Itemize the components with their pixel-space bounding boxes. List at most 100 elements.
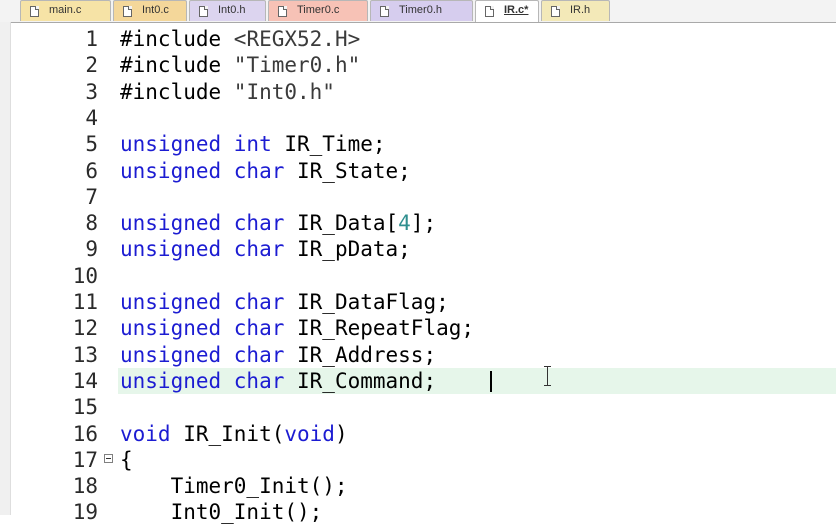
tab-label: Int0.c <box>142 4 169 16</box>
tab-main-c[interactable]: main.c <box>20 0 111 21</box>
tab-ir-c[interactable]: IR.c* <box>475 0 539 22</box>
tab-int0-c[interactable]: Int0.c <box>113 0 187 21</box>
line-number: 10 <box>72 264 98 288</box>
line-number: 12 <box>72 316 98 340</box>
code-line[interactable]: 3 #include "Int0.h" <box>0 79 836 105</box>
code-text: unsigned char IR_pData; <box>120 236 411 262</box>
fold-collapse-icon[interactable] <box>104 454 113 463</box>
code-text: Timer0_Init(); <box>120 473 348 499</box>
code-token: IR_State; <box>284 159 411 183</box>
file-icon <box>551 6 560 17</box>
code-text: unsigned char IR_Data[4]; <box>120 210 436 236</box>
code-line[interactable]: 8 unsigned char IR_Data[4]; <box>0 210 836 236</box>
keyword-token: unsigned char <box>120 159 285 183</box>
tab-label: IR.h <box>570 4 591 16</box>
line-number: 1 <box>85 27 98 51</box>
code-text: unsigned char IR_Address; <box>120 342 436 368</box>
file-icon <box>380 6 389 17</box>
code-text: unsigned int IR_Time; <box>120 131 386 157</box>
code-token: ) <box>334 422 348 446</box>
code-token: Int0_Init(); <box>120 500 323 524</box>
line-number: 18 <box>72 474 98 498</box>
line-number: 16 <box>72 422 98 446</box>
file-icon <box>123 6 132 17</box>
line-number: 11 <box>72 290 98 314</box>
code-line[interactable]: 19 Int0_Init(); <box>0 499 836 525</box>
code-token: ]; <box>410 211 437 235</box>
file-icon <box>30 6 39 17</box>
code-line[interactable]: 17 { <box>0 447 836 473</box>
code-line[interactable]: 18 Timer0_Init(); <box>0 473 836 499</box>
keyword-token: unsigned char <box>120 290 285 314</box>
code-token: IR_Command; <box>284 369 437 393</box>
code-token: #include <box>120 53 234 77</box>
line-number: 9 <box>85 237 98 261</box>
tab-label: IR.c* <box>504 4 529 16</box>
code-line[interactable]: 14 unsigned char IR_Command; <box>0 368 836 394</box>
code-line[interactable]: 11 unsigned char IR_DataFlag; <box>0 289 836 315</box>
line-number: 13 <box>72 343 98 367</box>
code-line[interactable]: 13 unsigned char IR_Address; <box>0 342 836 368</box>
code-line[interactable]: 4 <box>0 105 836 131</box>
tab-ir-h[interactable]: IR.h <box>541 0 610 21</box>
code-text: Int0_Init(); <box>120 499 323 525</box>
tab-label: Timer0.c <box>297 4 340 16</box>
line-number: 14 <box>72 369 98 393</box>
code-line[interactable]: 12 unsigned char IR_RepeatFlag; <box>0 315 836 341</box>
line-number: 17 <box>72 448 98 472</box>
code-text: void IR_Init(void) <box>120 421 348 447</box>
line-number: 15 <box>72 395 98 419</box>
keyword-token: unsigned char <box>120 211 285 235</box>
tab-label: Int0.h <box>218 4 246 16</box>
tab-timer0-c[interactable]: Timer0.c <box>268 0 368 21</box>
code-line[interactable]: 1 #include <REGX52.H> <box>0 26 836 52</box>
string-token: <REGX52.H> <box>233 27 361 51</box>
file-tab-bar: main.c Int0.c Int0.h Timer0.c Timer0.h IR.c* I… <box>0 0 836 23</box>
code-line[interactable]: 2 #include "Timer0.h" <box>0 52 836 78</box>
string-token: "Int0.h" <box>233 80 335 104</box>
string-token: "Timer0.h" <box>233 53 361 77</box>
keyword-token: void <box>284 422 335 446</box>
code-line[interactable]: 10 <box>0 263 836 289</box>
line-number: 5 <box>85 132 98 156</box>
code-token: IR_Address; <box>284 343 437 367</box>
tab-timer0-h[interactable]: Timer0.h <box>370 0 473 21</box>
code-text: unsigned char IR_DataFlag; <box>120 289 449 315</box>
code-token: IR_Data[ <box>284 211 399 235</box>
code-line[interactable]: 7 <box>0 184 836 210</box>
keyword-token: unsigned char <box>120 343 285 367</box>
line-number: 7 <box>85 185 98 209</box>
code-text: unsigned char IR_Command; <box>120 368 436 394</box>
code-line[interactable]: 5 unsigned int IR_Time; <box>0 131 836 157</box>
tab-label: Timer0.h <box>399 4 442 16</box>
code-line[interactable]: 6 unsigned char IR_State; <box>0 158 836 184</box>
code-line[interactable]: 16 void IR_Init(void) <box>0 421 836 447</box>
file-icon <box>278 6 287 17</box>
code-token: IR_RepeatFlag; <box>284 316 475 340</box>
code-line[interactable]: 15 <box>0 394 836 420</box>
line-number: 4 <box>85 106 98 130</box>
keyword-token: unsigned char <box>120 237 285 261</box>
code-token: IR_DataFlag; <box>284 290 449 314</box>
code-text: unsigned char IR_State; <box>120 158 411 184</box>
line-number: 6 <box>85 159 98 183</box>
code-text: #include "Timer0.h" <box>120 52 360 78</box>
text-caret <box>490 371 492 392</box>
file-icon <box>485 6 494 17</box>
line-number: 3 <box>85 80 98 104</box>
keyword-token: unsigned char <box>120 369 285 393</box>
keyword-token: unsigned char <box>120 316 285 340</box>
code-token: IR_pData; <box>284 237 411 261</box>
code-token: #include <box>120 80 234 104</box>
tab-int0-h[interactable]: Int0.h <box>189 0 266 21</box>
code-token: { <box>120 448 133 472</box>
tab-label: main.c <box>49 4 82 16</box>
file-icon <box>199 6 208 17</box>
code-text: { <box>120 447 133 473</box>
code-text: #include <REGX52.H> <box>120 26 360 52</box>
code-token: IR_Time; <box>271 132 386 156</box>
code-token: #include <box>120 27 234 51</box>
number-token: 4 <box>398 211 411 235</box>
code-line[interactable]: 9 unsigned char IR_pData; <box>0 236 836 262</box>
text-cursor-icon <box>543 366 553 386</box>
